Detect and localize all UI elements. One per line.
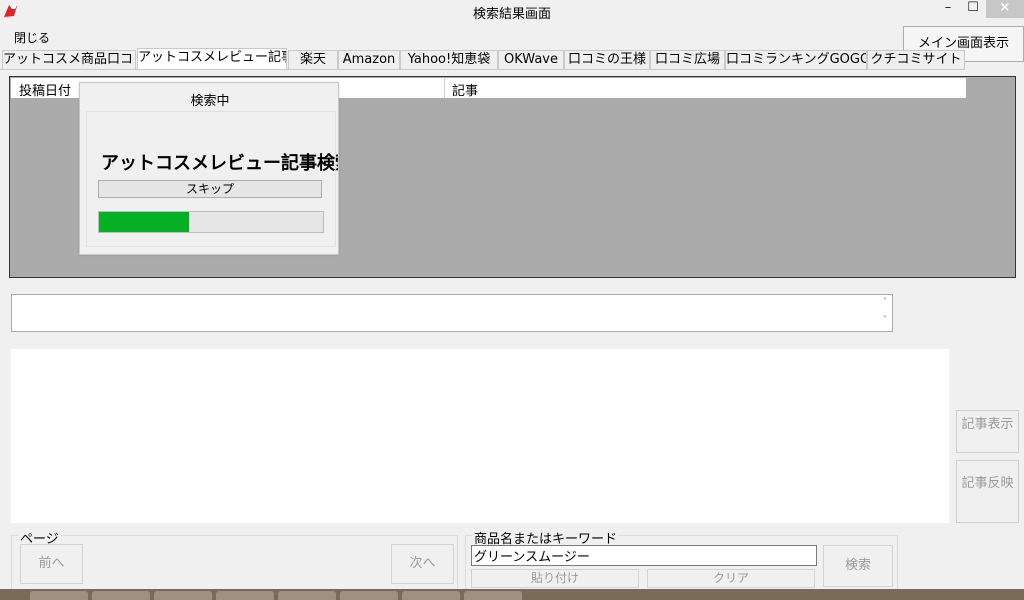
dialog-title: 検索中 [190, 94, 230, 109]
keyword-input[interactable] [471, 545, 817, 566]
tab-kuchikomi-ranking-gogo[interactable]: 口コミランキングGOGO [725, 50, 867, 69]
maximize-button[interactable]: ☐ [962, 0, 984, 18]
menu-bar: 閉じる [0, 24, 1024, 46]
tab-kuchikomi-site[interactable]: クチコミサイト [867, 50, 965, 69]
progress-fill [99, 212, 189, 232]
article-url-box[interactable]: ˄ ˅ [11, 294, 893, 332]
tab-cosme-product-reviews[interactable]: アットコスメ商品口コミ [2, 50, 136, 69]
show-article-button[interactable]: 記事表示 [956, 410, 1019, 453]
reflect-article-button[interactable]: 記事反映 [956, 460, 1019, 523]
tab-okwave[interactable]: OKWave [498, 50, 564, 69]
taskbar [0, 589, 1024, 600]
tab-cosme-review-articles[interactable]: アットコスメレビュー記事 [137, 48, 287, 69]
taskbar-app[interactable] [464, 591, 522, 600]
taskbar-app[interactable] [340, 591, 398, 600]
taskbar-app[interactable] [154, 591, 212, 600]
keyword-group: 商品名またはキーワード 貼り付け クリア 検索 [465, 528, 898, 590]
page-group: ページ 前へ 次へ [11, 528, 458, 590]
taskbar-app[interactable] [92, 591, 150, 600]
column-divider [444, 78, 445, 98]
prev-page-button[interactable]: 前へ [20, 544, 83, 584]
clear-button[interactable]: クリア [647, 569, 815, 588]
column-article[interactable]: 記事 [452, 80, 478, 99]
search-button[interactable]: 検索 [823, 545, 893, 587]
taskbar-app[interactable] [30, 591, 88, 600]
scroll-down-icon[interactable]: ˅ [878, 315, 892, 326]
tab-amazon[interactable]: Amazon [338, 50, 400, 69]
title-bar: 検索結果画面 – ☐ × [0, 0, 1024, 24]
dialog-message: アットコスメレビュー記事検索 [101, 153, 339, 174]
minimize-button[interactable]: – [935, 0, 961, 18]
paste-button[interactable]: 貼り付け [471, 569, 639, 588]
tab-kuchikomi-king[interactable]: 口コミの王様 [564, 50, 650, 69]
tab-yahoo-chiebukuro[interactable]: Yahoo!知恵袋 [400, 50, 498, 69]
tab-rakuten[interactable]: 楽天 [288, 50, 338, 69]
taskbar-app[interactable] [402, 591, 460, 600]
close-window-button[interactable]: × [986, 0, 1024, 18]
search-progress-dialog: 検索中 アットコスメレビュー記事検索 スキップ [79, 82, 339, 255]
source-tabs: アットコスメ商品口コミ アットコスメレビュー記事 楽天 Amazon Yahoo… [0, 48, 965, 70]
menu-close[interactable]: 閉じる [14, 29, 50, 46]
skip-button[interactable]: スキップ [98, 180, 322, 198]
search-progress-bar [98, 211, 324, 233]
next-page-button[interactable]: 次へ [391, 544, 454, 584]
window-title: 検索結果画面 [472, 7, 551, 22]
taskbar-app[interactable] [278, 591, 336, 600]
taskbar-app[interactable] [216, 591, 274, 600]
column-post-date[interactable]: 投稿日付 [19, 80, 71, 99]
scroll-up-icon[interactable]: ˄ [878, 297, 892, 308]
tab-kuchikomi-hiroba[interactable]: 口コミ広場 [650, 50, 725, 69]
article-content-area[interactable] [11, 349, 949, 523]
